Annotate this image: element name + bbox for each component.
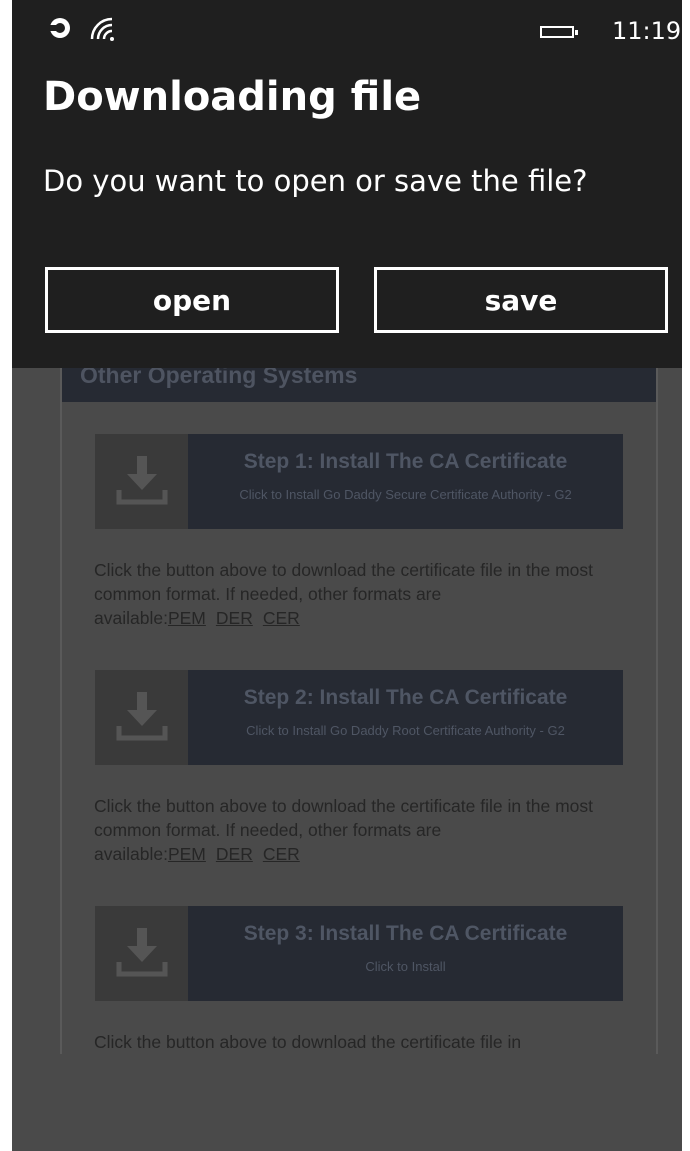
download-dialog: 11:19 Downloading file Do you want to op… — [12, 0, 682, 368]
download-icon — [95, 670, 188, 765]
step-2-button[interactable]: Step 2: Install The CA Certificate Click… — [95, 670, 623, 765]
step-3-description: Click the button above to download the c… — [94, 1030, 634, 1054]
certificate-page: Other Operating Systems Step 1: Install … — [60, 330, 658, 1054]
step-1-button[interactable]: Step 1: Install The CA Certificate Click… — [95, 434, 623, 529]
step-2-description: Click the button above to download the c… — [94, 794, 634, 866]
save-button[interactable]: save — [374, 267, 668, 333]
dialog-message: Do you want to open or save the file? — [43, 164, 588, 198]
step-2-subtitle: Click to Install Go Daddy Root Certifica… — [246, 723, 565, 738]
der-link[interactable]: DER — [216, 844, 253, 864]
step-3-title: Step 3: Install The CA Certificate — [243, 922, 568, 945]
phone-screen: Other Operating Systems Step 1: Install … — [12, 0, 682, 1151]
step-2-title: Step 2: Install The CA Certificate — [243, 686, 568, 709]
download-icon — [95, 434, 188, 529]
cer-link[interactable]: CER — [263, 844, 300, 864]
wifi-signal-icon — [90, 17, 114, 41]
battery-icon — [540, 26, 578, 38]
der-link[interactable]: DER — [216, 608, 253, 628]
step-1-subtitle: Click to Install Go Daddy Secure Certifi… — [239, 487, 572, 502]
pem-link[interactable]: PEM — [168, 844, 206, 864]
app-bar-area — [12, 1054, 682, 1151]
step-1-description: Click the button above to download the c… — [94, 558, 634, 630]
dialog-title: Downloading file — [43, 74, 422, 120]
pem-link[interactable]: PEM — [168, 608, 206, 628]
step-3-subtitle: Click to Install — [365, 959, 446, 974]
cer-link[interactable]: CER — [263, 608, 300, 628]
description-text: Click the button above to download the c… — [94, 1032, 522, 1052]
step-3-button[interactable]: Step 3: Install The CA Certificate Click… — [95, 906, 623, 1001]
status-bar: 11:19 — [12, 0, 682, 60]
download-icon — [95, 906, 188, 1001]
notification-icon — [48, 18, 70, 38]
step-1-title: Step 1: Install The CA Certificate — [243, 450, 568, 473]
open-button[interactable]: open — [45, 267, 339, 333]
clock: 11:19 — [612, 17, 682, 45]
